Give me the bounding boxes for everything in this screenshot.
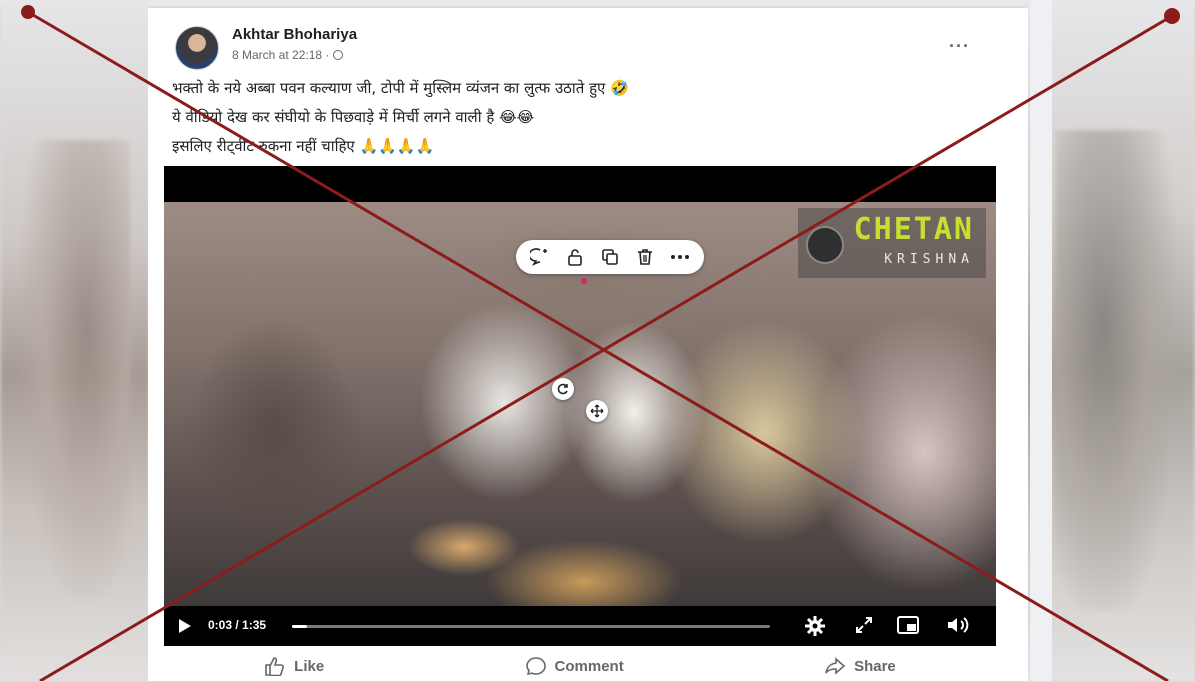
post-caption: भक्तो के नये अब्बा पवन कल्याण जी, टोपी म… bbox=[172, 74, 992, 161]
timestamp[interactable]: 8 March at 22:18 · bbox=[232, 48, 329, 62]
gear-icon[interactable] bbox=[804, 615, 826, 642]
facebook-post: Akhtar Bhohariya 8 March at 22:18 · ··· … bbox=[148, 8, 1028, 681]
thumbs-up-icon bbox=[265, 657, 285, 676]
watermark-logo bbox=[806, 226, 844, 264]
add-comment-icon[interactable] bbox=[528, 245, 552, 269]
like-button[interactable]: Like bbox=[264, 656, 324, 676]
video-controls: 0:03 / 1:35 bbox=[164, 606, 996, 646]
watermark-title: CHETAN bbox=[853, 212, 974, 247]
lock-icon[interactable] bbox=[563, 245, 587, 269]
volume-icon[interactable] bbox=[946, 615, 970, 640]
share-icon bbox=[825, 657, 846, 675]
picture-in-picture-icon[interactable] bbox=[896, 615, 920, 640]
avatar[interactable] bbox=[175, 26, 219, 70]
watermark-subtitle: KRISHNA bbox=[884, 252, 974, 267]
rotate-icon[interactable] bbox=[552, 378, 574, 400]
like-label: Like bbox=[294, 657, 325, 675]
more-options-icon[interactable]: ··· bbox=[949, 36, 970, 57]
anchor-dot bbox=[581, 278, 587, 284]
comment-icon bbox=[525, 657, 546, 676]
watermark: CHETAN KRISHNA bbox=[798, 208, 986, 278]
duplicate-icon[interactable] bbox=[598, 245, 622, 269]
trash-icon[interactable] bbox=[633, 245, 657, 269]
top-bar bbox=[0, 0, 1195, 6]
share-label: Share bbox=[854, 657, 896, 675]
author-name[interactable]: Akhtar Bhohariya bbox=[232, 26, 357, 43]
play-icon[interactable] bbox=[178, 618, 192, 639]
image-edit-toolbar bbox=[516, 240, 704, 274]
globe-icon bbox=[333, 50, 344, 60]
share-button[interactable]: Share bbox=[824, 656, 896, 676]
post-actions: Like Comment Share bbox=[164, 650, 996, 682]
feed-gutter bbox=[1030, 0, 1052, 681]
more-icon[interactable] bbox=[668, 245, 692, 269]
blurred-background-left bbox=[0, 0, 150, 681]
expand-icon[interactable] bbox=[854, 615, 874, 640]
caption-line: भक्तो के नये अब्बा पवन कल्याण जी, टोपी म… bbox=[172, 79, 629, 97]
time-display: 0:03 / 1:35 bbox=[208, 618, 267, 632]
progress-fill bbox=[292, 625, 308, 628]
post-meta: 8 March at 22:18 · bbox=[232, 48, 344, 62]
progress-bar[interactable] bbox=[292, 625, 770, 628]
move-icon[interactable] bbox=[586, 400, 608, 422]
caption-line: ये वीडियो देख कर संघीयो के पिछवाड़े में … bbox=[172, 108, 535, 126]
caption-line: इसलिए रीट्वीट रुकना नहीं चाहिए 🙏🙏🙏🙏 bbox=[172, 137, 435, 155]
video-player[interactable]: CHETAN KRISHNA 0:03 / 1:35 bbox=[164, 166, 996, 646]
comment-button[interactable]: Comment bbox=[525, 656, 624, 676]
comment-label: Comment bbox=[554, 657, 624, 675]
